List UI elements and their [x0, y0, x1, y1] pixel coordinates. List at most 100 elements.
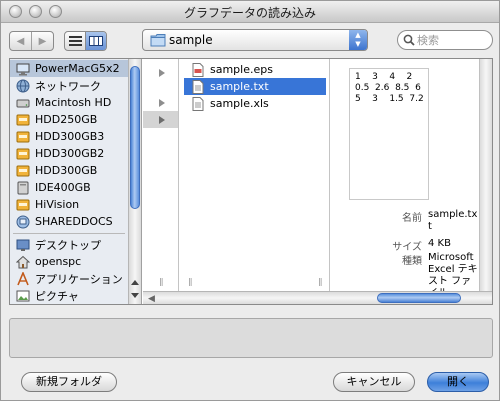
open-button[interactable]: 開く — [427, 372, 489, 392]
folder-icon — [150, 34, 166, 47]
sidebar-item-applications[interactable]: アプリケーション — [10, 270, 128, 287]
size-label: サイズ — [392, 242, 422, 253]
list-view-icon — [68, 36, 82, 46]
sidebar-item-label: HDD300GB2 — [35, 147, 105, 160]
computer-icon — [16, 63, 30, 75]
column-resize-handle[interactable]: || — [318, 277, 323, 286]
sidebar-item-label: openspc — [35, 255, 82, 268]
window-title: グラフデータの読み込み — [183, 6, 316, 20]
sidebar-item-pictures[interactable]: ピクチャ — [10, 287, 128, 304]
size-value: 4 KB — [428, 238, 451, 249]
hard-drive-icon — [17, 181, 29, 194]
file-name: sample.eps — [210, 63, 273, 76]
magnifier-icon — [403, 34, 415, 46]
eps-file-icon — [192, 62, 204, 77]
sidebar-item-openspc[interactable]: openspc — [10, 253, 128, 270]
file-open-dialog: グラフデータの読み込み ◀ ▶ sample ▲ ▼ 検索 PowerMacG5… — [0, 0, 500, 401]
view-mode-selector — [64, 31, 107, 51]
pictures-icon — [16, 290, 30, 301]
column-view-icon — [89, 36, 103, 46]
sidebar-item-label: Macintosh HD — [35, 96, 112, 109]
sidebar-item-label: デスクトップ — [35, 238, 101, 252]
external-drive-icon — [16, 199, 30, 210]
file-preview-thumbnail: 1 3 4 2 0.5 2.6 8.5 6 5 3 1.5 7.2 — [349, 68, 429, 200]
sidebar-item-macintosh-hd[interactable]: Macintosh HD — [10, 94, 128, 111]
sidebar-item-label: PowerMacG5x2 — [35, 62, 120, 75]
file-row-selected[interactable]: sample.txt — [184, 78, 326, 95]
sidebar-divider — [13, 233, 125, 234]
scroll-down-arrow-icon[interactable] — [131, 293, 139, 298]
history-navigation: ◀ ▶ — [9, 31, 54, 51]
title-bar[interactable]: グラフデータの読み込み — [1, 1, 499, 23]
external-drive-icon — [16, 114, 30, 125]
preview-scrollbar[interactable] — [479, 59, 492, 291]
sidebar-item-desktop[interactable]: デスクトップ — [10, 236, 128, 253]
column-resize-handle[interactable]: || — [188, 277, 193, 286]
location-label: sample — [169, 33, 213, 47]
file-name: sample.xls — [210, 97, 269, 110]
sidebar-scroll-thumb[interactable] — [130, 66, 140, 209]
file-browser: PowerMacG5x2 ネットワーク Macintosh HD HDD250G… — [9, 58, 493, 305]
sidebar-item-ide400gb[interactable]: IDE400GB — [10, 179, 128, 196]
name-label: 名前 — [402, 213, 422, 224]
sidebar-item-label: ネットワーク — [35, 79, 101, 93]
back-button[interactable]: ◀ — [10, 32, 31, 50]
kind-value: Microsoft Excel テキスト ファイル — [428, 252, 478, 291]
external-drive-icon — [16, 131, 30, 142]
new-folder-button[interactable]: 新規フォルダ — [21, 372, 117, 392]
sidebar-item-label: ピクチャ — [35, 289, 79, 303]
network-globe-icon — [16, 79, 30, 92]
files-column: sample.eps sample.txt sample.xls || || — [180, 59, 330, 291]
external-drive-icon — [16, 165, 30, 176]
file-row[interactable]: sample.eps — [184, 61, 326, 78]
desktop-icon — [16, 239, 30, 251]
sidebar-item-label: SHAREDDOCS — [35, 215, 113, 228]
forward-button[interactable]: ▶ — [31, 32, 53, 50]
back-arrow-icon: ◀ — [16, 35, 25, 47]
sidebar-item-label: IDE400GB — [35, 181, 91, 194]
sidebar-item-powermacg5x2[interactable]: PowerMacG5x2 — [10, 60, 128, 77]
text-file-icon — [192, 96, 204, 111]
list-view-button[interactable] — [65, 32, 85, 50]
kind-label: 種類 — [402, 256, 422, 267]
sidebar-item-network[interactable]: ネットワーク — [10, 77, 128, 94]
sidebar-item-hdd300gb3[interactable]: HDD300GB3 — [10, 128, 128, 145]
horizontal-scrollbar[interactable]: ◀ — [143, 291, 492, 304]
text-file-icon — [192, 79, 204, 94]
scroll-up-arrow-icon[interactable] — [131, 280, 139, 285]
home-icon — [16, 255, 30, 268]
preview-pane: 1 3 4 2 0.5 2.6 8.5 6 5 3 1.5 7.2 名前 sam… — [331, 59, 492, 291]
forward-arrow-icon: ▶ — [38, 35, 47, 47]
scroll-left-arrow-icon[interactable]: ◀ — [148, 294, 155, 304]
popup-arrows-icon: ▲ ▼ — [349, 30, 367, 50]
sidebar-item-shareddocs[interactable]: SHAREDDOCS — [10, 213, 128, 230]
disclosure-arrow-icon — [159, 116, 165, 124]
cancel-button[interactable]: キャンセル — [333, 372, 415, 392]
sidebar-item-hdd300gb2[interactable]: HDD300GB2 — [10, 145, 128, 162]
sidebar-item-label: HDD250GB — [35, 113, 98, 126]
search-field[interactable] — [397, 30, 493, 50]
external-drive-icon — [16, 148, 30, 159]
sidebar-item-label: HiVision — [35, 198, 80, 211]
search-input[interactable] — [417, 33, 487, 47]
options-area — [9, 318, 493, 358]
sidebar-item-documents[interactable]: 書類 — [10, 303, 128, 304]
file-name: sample.txt — [210, 80, 269, 93]
sidebar-item-label: アプリケーション — [35, 272, 123, 286]
sidebar-item-hdd250gb[interactable]: HDD250GB — [10, 111, 128, 128]
sidebar-item-label: HDD300GB — [35, 164, 98, 177]
name-value: sample.txt — [428, 209, 478, 232]
parent-column: || — [143, 59, 179, 291]
horizontal-scroll-thumb[interactable] — [377, 293, 461, 303]
sidebar-item-hivision[interactable]: HiVision — [10, 196, 128, 213]
sidebar: PowerMacG5x2 ネットワーク Macintosh HD HDD250G… — [10, 59, 142, 304]
network-share-icon — [16, 215, 30, 228]
sidebar-item-label: 書類 — [35, 304, 57, 305]
sidebar-scrollbar[interactable] — [128, 59, 141, 304]
location-popup[interactable]: sample ▲ ▼ — [142, 29, 368, 51]
sidebar-item-hdd300gb[interactable]: HDD300GB — [10, 162, 128, 179]
hard-drive-icon — [16, 99, 30, 107]
file-row[interactable]: sample.xls — [184, 95, 326, 112]
column-resize-handle[interactable]: || — [159, 277, 164, 286]
column-view-button[interactable] — [85, 32, 106, 50]
